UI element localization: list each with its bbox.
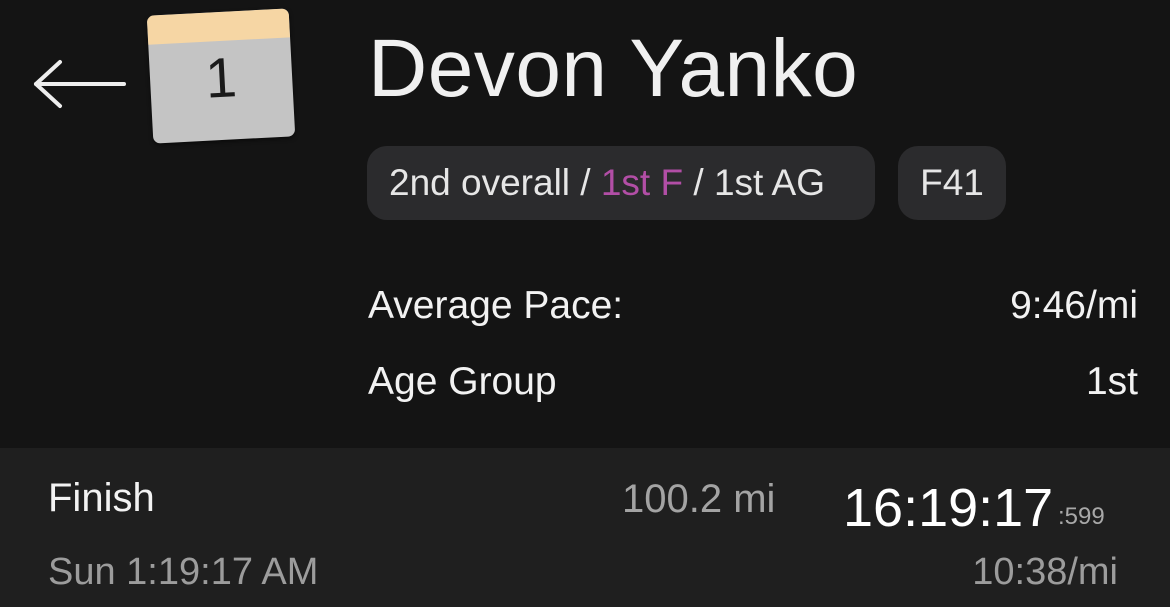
split-elapsed-time: 16:19:17	[843, 478, 1054, 538]
placement-separator: /	[570, 162, 601, 203]
placement-separator: /	[683, 162, 714, 203]
placement-pill[interactable]: 2nd overall / 1st F / 1st AG	[367, 146, 875, 220]
gender-placement: 1st F	[600, 162, 684, 203]
stat-value: 9:46/mi	[1010, 284, 1138, 327]
bib-number: 1	[203, 45, 239, 110]
runner-name: Devon Yanko	[368, 23, 859, 114]
split-pace: 10:38/mi	[972, 551, 1118, 593]
split-time-of-day: Sun 1:19:17 AM	[48, 551, 319, 593]
split-elapsed-ms: :599	[1058, 503, 1105, 530]
stat-row-average-pace: Average Pace: 9:46/mi	[368, 286, 1138, 325]
division-pill[interactable]: F41	[898, 146, 1006, 220]
back-button[interactable]	[30, 58, 126, 110]
split-distance: 100.2 mi	[622, 477, 776, 521]
finish-split-row[interactable]: Finish Sun 1:19:17 AM 100.2 mi 16:19:17 …	[0, 448, 1170, 607]
bib-header-strip	[146, 8, 291, 45]
stat-label: Age Group	[368, 360, 557, 403]
left-arrow-icon	[34, 60, 126, 108]
age-group-placement: 1st AG	[713, 162, 826, 203]
bib-badge: 1	[146, 8, 296, 144]
stat-label: Average Pace:	[368, 284, 624, 327]
stat-value: 1st	[1085, 360, 1138, 403]
overall-placement: 2nd overall	[389, 162, 571, 203]
split-label: Finish	[48, 476, 155, 520]
stat-row-age-group: Age Group 1st	[368, 362, 1138, 401]
